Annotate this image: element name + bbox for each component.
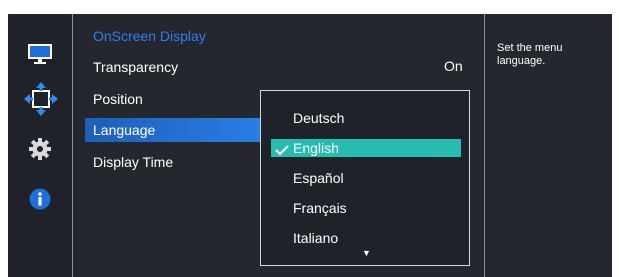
language-option-deutsch[interactable]: Deutsch [271,109,461,127]
language-option-italiano[interactable]: Italiano [271,229,461,247]
option-label: Français [293,200,347,216]
option-label: Deutsch [293,110,345,126]
menu-item-display-time[interactable]: Display Time [85,150,265,174]
sidebar-icon-column [8,14,72,277]
option-label: Italiano [293,230,339,246]
menu-item-transparency[interactable]: Transparency [85,55,265,79]
position-arrows-icon[interactable] [21,79,61,124]
menu-item-label: Display Time [93,154,174,170]
language-dropdown[interactable]: Deutsch English Español Français Italian… [260,90,470,266]
transparency-value: On [444,58,463,74]
help-text: Set the menu language. [497,42,563,67]
monitor-icon[interactable] [26,42,54,71]
help-panel: Set the menu language. [485,14,612,277]
menu-title: OnScreen Display [93,28,206,44]
language-option-francais[interactable]: Français [271,199,461,217]
osd-window: OnScreen Display Transparency On Positio… [8,14,612,277]
menu-item-position[interactable]: Position [85,87,265,111]
menu-item-language[interactable]: Language [85,118,270,142]
language-option-english[interactable]: English [271,139,461,157]
scroll-down-arrow-icon[interactable]: ▼ [362,248,371,258]
gear-icon[interactable] [29,138,51,165]
option-label: Español [293,170,344,186]
language-option-espanol[interactable]: Español [271,169,461,187]
menu-panel: OnScreen Display Transparency On Positio… [73,14,483,277]
checkmark-icon [275,142,289,156]
option-label: English [293,140,339,156]
menu-item-label: Transparency [93,59,179,75]
menu-item-label: Language [93,122,156,138]
menu-item-label: Position [93,91,143,107]
info-icon[interactable] [29,188,51,215]
